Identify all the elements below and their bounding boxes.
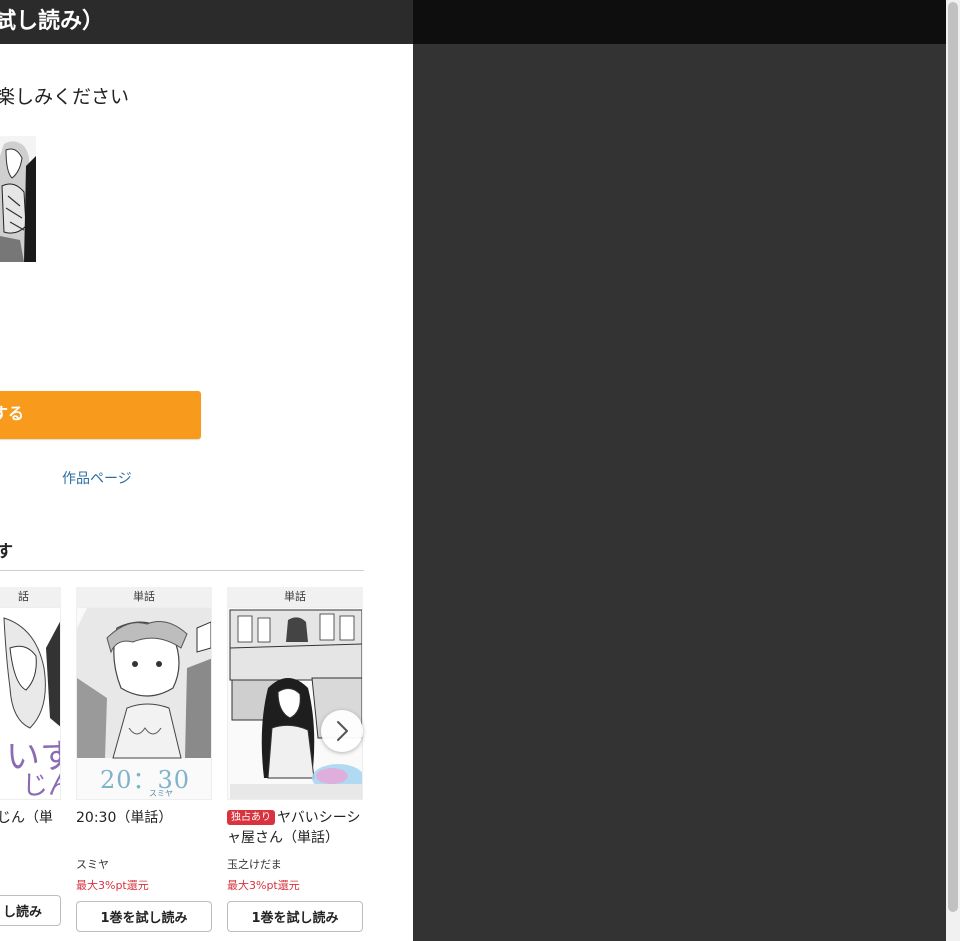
panel-title: 試し読み） [0,9,105,34]
preview-cover-image[interactable] [0,136,36,262]
card-points: 最大3%pt還元 [227,879,300,892]
recommend-card[interactable]: 話 いすい じん じん（単 し読み [0,587,61,926]
card-preview-button[interactable]: 1巻を試し読み [227,901,363,932]
panel-header: 試し読み） [0,0,413,44]
card-points [0,874,61,887]
card-points: 最大3%pt還元 [76,879,149,892]
card-tag: 単話 [76,587,212,607]
recommend-section-title: す [0,542,13,562]
page: 試し読み） 楽しみください する 作品ページ す 話 い じ じん（単 し読み … [0,0,960,941]
card-tag: 単話 [227,587,363,607]
card-author: スミヤ [76,858,109,871]
recommend-card[interactable]: 単話 独占あり ヤバいシーシャ屋さん（単話） 玉之けだま 最大3%pt還元 1巻… [227,587,363,932]
work-page-link[interactable]: 作品ページ [62,468,132,488]
card-cover-image[interactable] [227,607,363,800]
intro-text: 楽しみください [0,86,130,108]
scrollbar[interactable] [946,0,960,941]
exclusive-badge: 独占あり [227,810,275,825]
chevron-right-icon [337,721,348,741]
cover-author-text: スミヤ [149,789,173,798]
card-author [0,856,61,869]
recommend-card[interactable]: 単話 20：30 スミヤ 20:30（単話） スミヤ 最大3%pt還元 1巻を試… [76,587,212,932]
card-preview-button[interactable]: 1巻を試し読み [76,901,212,932]
carousel-next-button[interactable] [321,710,363,752]
read-button[interactable]: する [0,391,201,439]
scrollbar-thumb[interactable] [948,2,958,912]
card-title: 独占あり ヤバいシーシャ屋さん（単話） [227,810,361,846]
manga-preview-panel: 試し読み） 楽しみください する 作品ページ す 話 い じ じん（単 し読み … [0,0,413,941]
read-button-label: する [0,406,25,423]
card-title: じん（単 [0,810,53,826]
svg-text:じん: じん [22,771,61,800]
card-tag: 話 [0,587,61,607]
card-author: 玉之けだま [227,858,282,871]
card-cover-image[interactable]: 20：30 スミヤ [76,607,212,800]
card-title: 20:30（単話） [76,810,173,826]
section-divider [0,570,364,571]
card-cover-image[interactable]: いすい じん [0,607,61,800]
card-preview-button[interactable]: し読み [0,895,61,926]
overlay-top-bar [413,0,946,44]
